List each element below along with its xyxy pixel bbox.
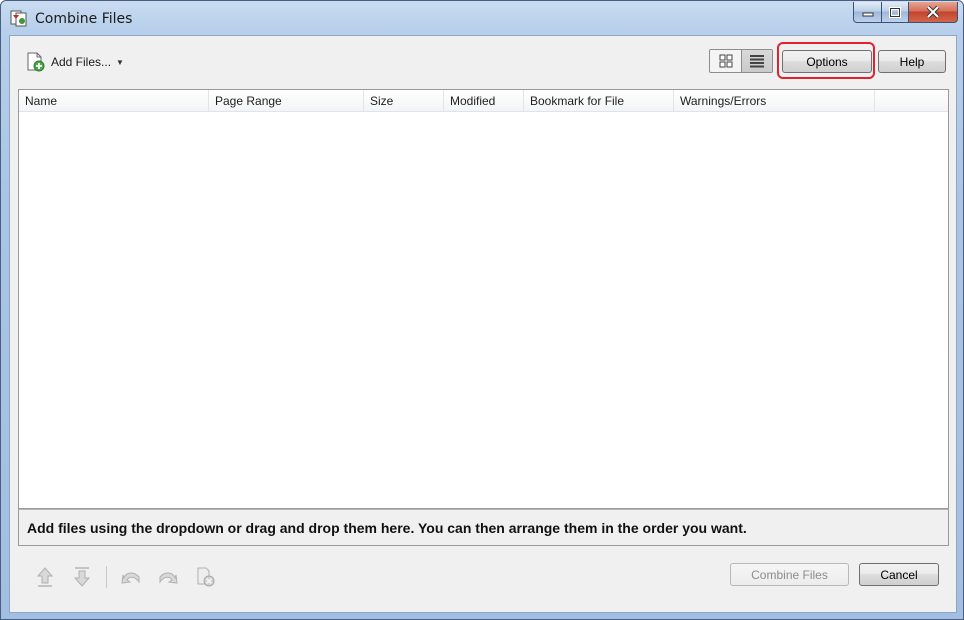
column-header-page-range[interactable]: Page Range	[209, 90, 364, 112]
options-button[interactable]: Options	[782, 50, 872, 73]
file-list[interactable]: Name Page Range Size Modified Bookmark f…	[18, 89, 949, 509]
redo-icon	[159, 572, 178, 584]
file-list-header: Name Page Range Size Modified Bookmark f…	[19, 90, 948, 112]
cancel-button[interactable]: Cancel	[859, 563, 939, 586]
arrange-toolbar	[32, 564, 229, 590]
move-up-icon	[36, 567, 54, 587]
move-down-icon	[73, 567, 91, 587]
move-down-button[interactable]	[69, 564, 95, 590]
chevron-down-icon: ▼	[116, 57, 124, 67]
column-header-warnings[interactable]: Warnings/Errors	[674, 90, 875, 112]
minimize-icon	[862, 12, 873, 17]
drop-hint: Add files using the dropdown or drag and…	[18, 509, 949, 546]
maximize-icon	[889, 6, 901, 18]
list-view-button[interactable]	[741, 50, 772, 72]
column-header-modified[interactable]: Modified	[444, 90, 524, 112]
thumbnail-view-button[interactable]	[710, 50, 741, 72]
column-header-name[interactable]: Name	[19, 90, 209, 112]
app-icon	[10, 10, 27, 27]
thumbnail-view-icon	[719, 54, 732, 68]
combine-files-window: Combine Files Add Files... ▼ Options Hel…	[0, 0, 964, 620]
add-file-icon	[27, 52, 45, 72]
remove-file-button[interactable]	[192, 564, 218, 590]
toolbar-divider	[106, 566, 107, 588]
list-view-icon	[750, 55, 764, 68]
caption-buttons	[853, 2, 958, 23]
view-mode-toggle	[709, 49, 773, 73]
add-files-label: Add Files...	[51, 55, 112, 69]
close-icon	[926, 6, 940, 18]
redo-button[interactable]	[155, 564, 181, 590]
window-title: Combine Files	[35, 11, 133, 27]
close-button[interactable]	[909, 2, 958, 23]
help-button[interactable]: Help	[878, 50, 946, 73]
column-header-bookmark[interactable]: Bookmark for File	[524, 90, 674, 112]
dialog-body: Add Files... ▼ Options Help Name Page Ra…	[9, 35, 957, 613]
maximize-button[interactable]	[882, 2, 909, 23]
column-header-size[interactable]: Size	[364, 90, 444, 112]
move-up-button[interactable]	[32, 564, 58, 590]
remove-file-icon	[197, 567, 215, 587]
title-bar[interactable]: Combine Files	[1, 1, 963, 35]
minimize-button[interactable]	[853, 2, 882, 23]
undo-icon	[121, 572, 140, 584]
combine-files-button[interactable]: Combine Files	[730, 563, 849, 586]
undo-button[interactable]	[118, 564, 144, 590]
add-files-dropdown[interactable]: Add Files... ▼	[25, 50, 124, 74]
